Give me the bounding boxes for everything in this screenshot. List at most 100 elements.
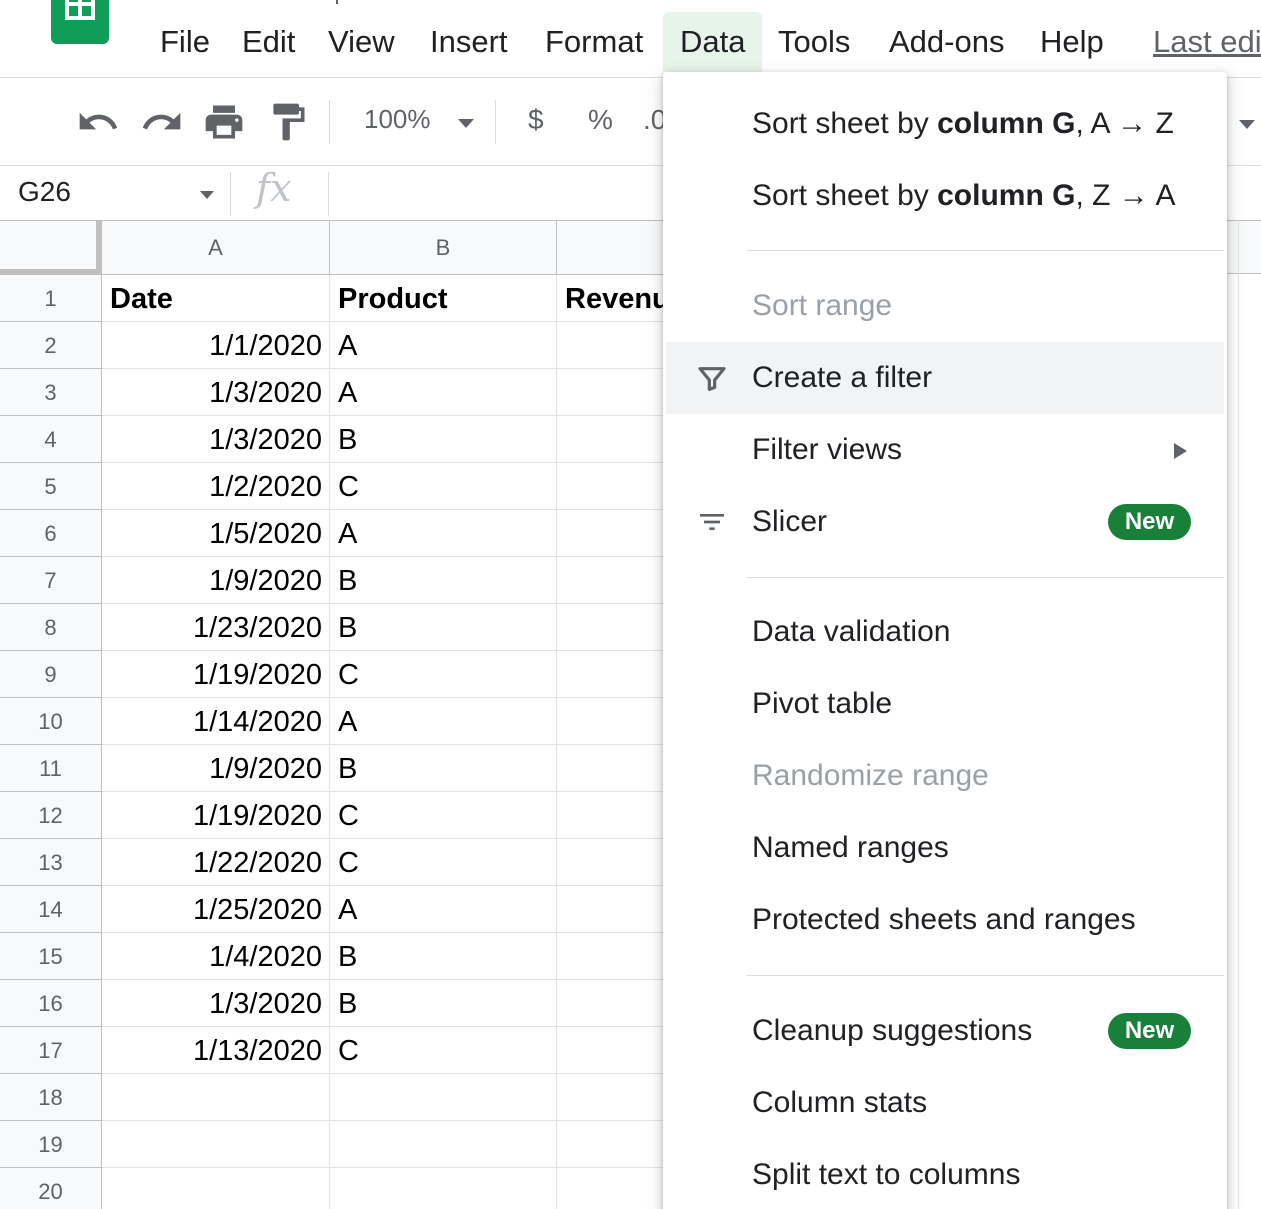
row-header[interactable]: 8 xyxy=(0,604,102,651)
menu-insert[interactable]: Insert xyxy=(413,12,525,72)
table-cell[interactable] xyxy=(557,463,677,510)
table-cell[interactable]: 1/23/2020 xyxy=(102,604,330,651)
column-header-b[interactable]: B xyxy=(330,221,557,275)
table-cell[interactable]: 1/3/2020 xyxy=(102,416,330,463)
create-filter-item[interactable]: Create a filter xyxy=(666,342,1224,414)
table-cell[interactable] xyxy=(102,1121,330,1168)
data-validation-item[interactable]: Data validation xyxy=(663,596,1227,668)
row-header[interactable]: 16 xyxy=(0,980,102,1027)
row-header[interactable]: 15 xyxy=(0,933,102,980)
table-cell[interactable]: B xyxy=(330,604,557,651)
undo-icon[interactable] xyxy=(76,100,120,144)
table-cell[interactable] xyxy=(557,1121,677,1168)
table-cell[interactable]: Product xyxy=(330,275,557,322)
row-header[interactable]: 5 xyxy=(0,463,102,510)
last-edit-link[interactable]: Last edi xyxy=(1153,12,1261,72)
table-cell[interactable] xyxy=(557,1074,677,1121)
more-toolbar-caret-icon[interactable] xyxy=(1239,120,1255,129)
row-header[interactable]: 7 xyxy=(0,557,102,604)
protected-sheets-item[interactable]: Protected sheets and ranges xyxy=(663,884,1227,956)
table-cell[interactable]: 1/5/2020 xyxy=(102,510,330,557)
table-cell[interactable] xyxy=(330,1121,557,1168)
table-cell[interactable] xyxy=(557,557,677,604)
table-cell[interactable]: 1/9/2020 xyxy=(102,745,330,792)
paint-format-icon[interactable] xyxy=(266,100,310,144)
slicer-item[interactable]: Slicer New xyxy=(663,486,1227,558)
row-header[interactable]: 1 xyxy=(0,275,102,322)
table-cell[interactable] xyxy=(557,369,677,416)
menu-view[interactable]: View xyxy=(311,12,412,72)
table-cell[interactable]: 1/2/2020 xyxy=(102,463,330,510)
table-cell[interactable]: B xyxy=(330,933,557,980)
table-cell[interactable]: A xyxy=(330,369,557,416)
table-cell[interactable] xyxy=(557,416,677,463)
table-cell[interactable]: 1/19/2020 xyxy=(102,792,330,839)
column-header-c[interactable] xyxy=(557,221,677,275)
zoom-select[interactable]: 100% xyxy=(364,104,431,135)
row-header[interactable]: 17 xyxy=(0,1027,102,1074)
table-cell[interactable] xyxy=(557,1168,677,1209)
table-cell[interactable] xyxy=(557,604,677,651)
table-cell[interactable]: 1/1/2020 xyxy=(102,322,330,369)
table-cell[interactable]: C xyxy=(330,839,557,886)
table-cell[interactable]: C xyxy=(330,651,557,698)
column-stats-item[interactable]: Column stats xyxy=(663,1067,1227,1139)
table-cell[interactable] xyxy=(557,322,677,369)
split-text-item[interactable]: Split text to columns xyxy=(663,1139,1227,1209)
table-cell[interactable] xyxy=(557,792,677,839)
row-header[interactable]: 9 xyxy=(0,651,102,698)
menu-data[interactable]: Data xyxy=(663,12,762,72)
sort-sheet-za-item[interactable]: Sort sheet by column G, Z → A xyxy=(663,160,1227,232)
table-cell[interactable]: B xyxy=(330,557,557,604)
table-cell[interactable] xyxy=(557,510,677,557)
table-cell[interactable]: A xyxy=(330,698,557,745)
select-all-corner[interactable] xyxy=(0,221,102,275)
table-cell[interactable] xyxy=(557,933,677,980)
table-cell[interactable]: 1/9/2020 xyxy=(102,557,330,604)
menu-help[interactable]: Help xyxy=(1023,12,1121,72)
table-cell[interactable] xyxy=(330,1074,557,1121)
table-cell[interactable]: Revenu xyxy=(557,275,677,322)
table-cell[interactable] xyxy=(102,1168,330,1209)
menu-file[interactable]: File xyxy=(143,12,227,72)
table-cell[interactable]: 1/3/2020 xyxy=(102,369,330,416)
table-cell[interactable]: A xyxy=(330,322,557,369)
column-header-a[interactable]: A xyxy=(102,221,330,275)
table-cell[interactable] xyxy=(557,980,677,1027)
table-cell[interactable]: 1/19/2020 xyxy=(102,651,330,698)
sort-sheet-az-item[interactable]: Sort sheet by column G, A → Z xyxy=(663,88,1227,160)
table-cell[interactable]: C xyxy=(330,463,557,510)
row-header[interactable]: 4 xyxy=(0,416,102,463)
print-icon[interactable] xyxy=(202,100,246,144)
row-header[interactable]: 6 xyxy=(0,510,102,557)
sheets-logo-icon[interactable] xyxy=(51,0,109,44)
name-box[interactable]: G26 xyxy=(18,176,71,208)
cleanup-suggestions-item[interactable]: Cleanup suggestions New xyxy=(663,995,1227,1067)
row-header[interactable]: 20 xyxy=(0,1168,102,1209)
name-box-dropdown-icon[interactable] xyxy=(200,191,214,199)
table-cell[interactable]: C xyxy=(330,792,557,839)
row-header[interactable]: 12 xyxy=(0,792,102,839)
filter-views-item[interactable]: Filter views xyxy=(663,414,1227,486)
zoom-dropdown-icon[interactable] xyxy=(458,119,474,128)
table-cell[interactable] xyxy=(557,886,677,933)
table-cell[interactable]: B xyxy=(330,980,557,1027)
table-cell[interactable] xyxy=(557,698,677,745)
row-header[interactable]: 14 xyxy=(0,886,102,933)
table-cell[interactable]: A xyxy=(330,886,557,933)
percent-format-button[interactable]: % xyxy=(588,104,613,136)
table-cell[interactable]: 1/22/2020 xyxy=(102,839,330,886)
pivot-table-item[interactable]: Pivot table xyxy=(663,668,1227,740)
row-header[interactable]: 19 xyxy=(0,1121,102,1168)
menu-format[interactable]: Format xyxy=(528,12,660,72)
table-cell[interactable] xyxy=(557,1027,677,1074)
table-cell[interactable] xyxy=(557,651,677,698)
row-header[interactable]: 10 xyxy=(0,698,102,745)
redo-icon[interactable] xyxy=(140,100,184,144)
table-cell[interactable] xyxy=(102,1074,330,1121)
table-cell[interactable] xyxy=(557,839,677,886)
table-cell[interactable]: 1/25/2020 xyxy=(102,886,330,933)
table-cell[interactable]: 1/3/2020 xyxy=(102,980,330,1027)
named-ranges-item[interactable]: Named ranges xyxy=(663,812,1227,884)
table-cell[interactable]: Date xyxy=(102,275,330,322)
